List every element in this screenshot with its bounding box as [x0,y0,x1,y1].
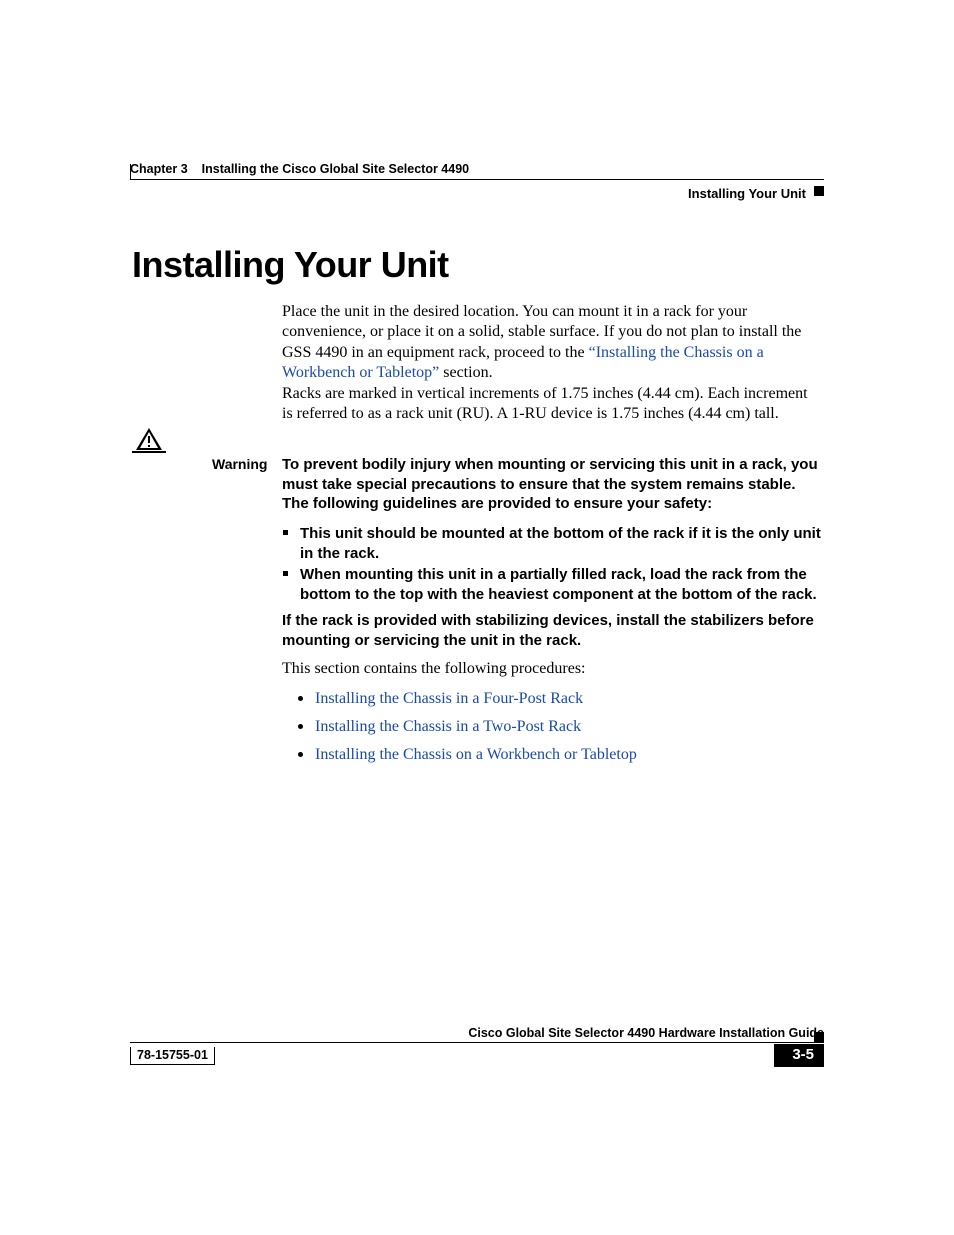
xref-workbench-tabletop-2[interactable]: Installing the Chassis on a Workbench or… [315,746,637,763]
chapter-title: Installing the Cisco Global Site Selecto… [202,162,469,176]
bullet-icon [298,724,303,729]
warning-bullet-2: When mounting this unit in a partially f… [300,565,822,604]
warning-label: Warning [212,456,267,472]
bullet-icon [283,530,288,535]
footer-page-number: 3-5 [774,1044,824,1067]
warning-bullet-1: This unit should be mounted at the botto… [300,524,822,563]
footer-marker-icon [814,1032,824,1042]
warning-body: To prevent bodily injury when mounting o… [282,455,822,514]
chapter-label: Chapter 3 [130,162,188,176]
running-header: Chapter 3 Installing the Cisco Global Si… [130,160,824,178]
warning-tail: If the rack is provided with stabilizing… [282,611,822,650]
intro-paragraph: Place the unit in the desired location. … [282,302,822,384]
procedures-intro: This section contains the following proc… [282,660,822,678]
procedure-item-3: Installing the Chassis on a Workbench or… [315,746,822,764]
header-marker-icon [814,186,824,196]
intro-text-b: section. [439,364,492,381]
footer-rule [130,1042,824,1043]
bullet-icon [298,696,303,701]
rack-units-paragraph: Racks are marked in vertical increments … [282,384,822,425]
xref-two-post-rack[interactable]: Installing the Chassis in a Two-Post Rac… [315,718,581,735]
header-section: Installing Your Unit [688,186,806,201]
warning-icon [132,426,166,459]
procedure-item-1: Installing the Chassis in a Four-Post Ra… [315,690,822,708]
warning-bullet-1-text: This unit should be mounted at the botto… [300,525,821,562]
page-title: Installing Your Unit [132,244,449,286]
bullet-icon [283,571,288,576]
bullet-icon [298,752,303,757]
warning-bullet-2-text: When mounting this unit in a partially f… [300,566,817,603]
xref-four-post-rack[interactable]: Installing the Chassis in a Four-Post Ra… [315,690,583,707]
header-rule [130,179,824,180]
footer-guide-title: Cisco Global Site Selector 4490 Hardware… [468,1026,824,1040]
footer-docnum: 78-15755-01 [130,1047,215,1065]
procedure-item-2: Installing the Chassis in a Two-Post Rac… [315,718,822,736]
